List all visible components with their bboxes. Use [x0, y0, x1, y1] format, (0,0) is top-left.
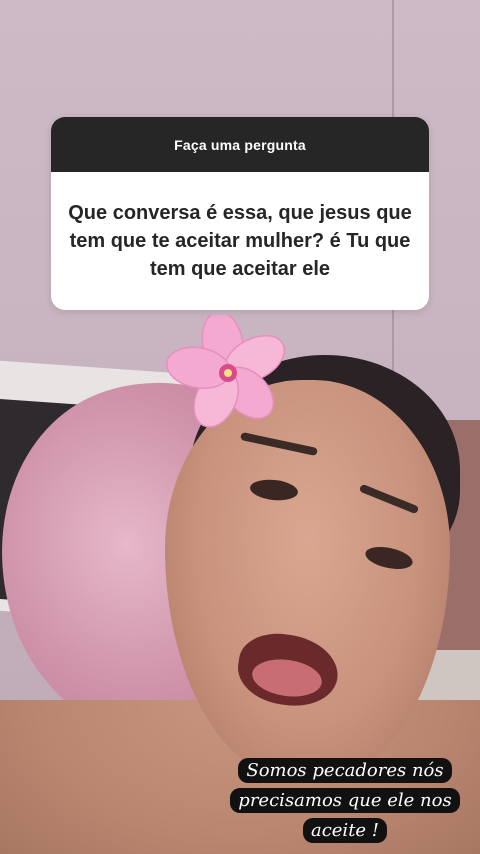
question-sticker-header-label: Faça uma pergunta — [174, 136, 306, 153]
story-caption: Somos pecadores nós precisamos que ele n… — [226, 756, 464, 846]
flower-sticker-icon — [166, 315, 286, 428]
question-text: Que conversa é essa, que jesus que tem q… — [68, 202, 412, 280]
question-sticker-body: Que conversa é essa, que jesus que tem q… — [51, 172, 429, 310]
question-sticker-header: Faça uma pergunta — [51, 117, 429, 172]
question-sticker[interactable]: Faça uma pergunta Que conversa é essa, q… — [51, 117, 429, 310]
caption-text: Somos pecadores nós precisamos que ele n… — [230, 758, 460, 843]
